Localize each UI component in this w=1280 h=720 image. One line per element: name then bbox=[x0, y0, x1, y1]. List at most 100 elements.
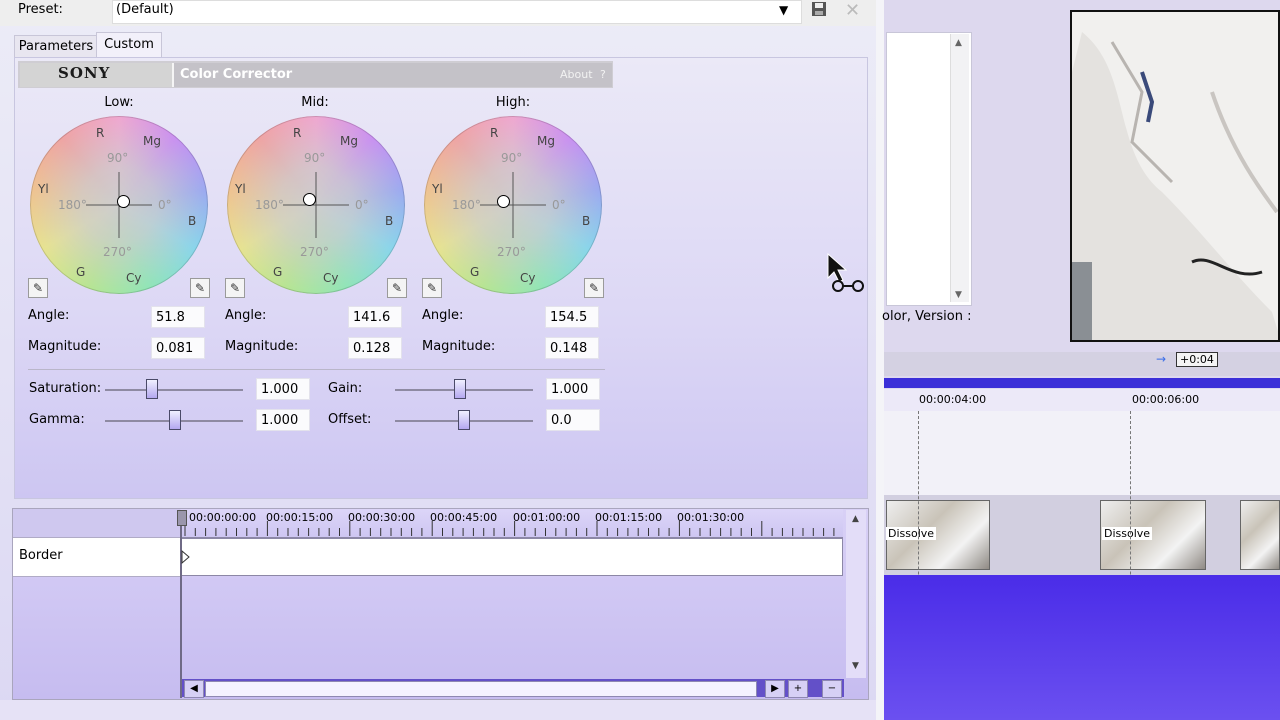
saturation-slider-track[interactable] bbox=[105, 389, 243, 391]
separator bbox=[28, 369, 605, 370]
timeline-header bbox=[884, 352, 1280, 376]
magnitude-label: Magnitude: bbox=[225, 339, 299, 354]
scroll-thumb[interactable] bbox=[205, 681, 757, 697]
dissolve-label[interactable]: Dissolve bbox=[886, 527, 937, 540]
cursor-handle[interactable] bbox=[177, 510, 187, 526]
saturation-field[interactable]: 1.000 bbox=[256, 378, 310, 400]
wheel-handle[interactable] bbox=[303, 193, 316, 206]
wheel-axis-label: Yl bbox=[432, 182, 443, 196]
magnitude-field[interactable]: 0.081 bbox=[151, 337, 205, 359]
wheel-axis-label: Cy bbox=[126, 271, 142, 285]
keyframe-cursor[interactable] bbox=[180, 510, 182, 698]
about-link[interactable]: About bbox=[560, 68, 593, 81]
saturation-label: Saturation: bbox=[29, 381, 102, 396]
wheel-axis-label: 0° bbox=[552, 198, 566, 212]
mid-color-wheel[interactable]: R Mg Yl B G Cy 90° 180° 0° 270° bbox=[227, 116, 405, 294]
help-icon[interactable]: ? bbox=[600, 68, 606, 81]
media-list-caption: olor, Version : bbox=[882, 309, 972, 324]
media-list-scrollbar[interactable] bbox=[950, 34, 969, 302]
wheel-axis-label: G bbox=[470, 265, 480, 279]
scroll-up-icon[interactable]: ▲ bbox=[852, 514, 859, 524]
angle-label: Angle: bbox=[28, 308, 70, 323]
plugin-title: Color Corrector bbox=[180, 67, 293, 82]
wheel-axis-label: 270° bbox=[300, 245, 329, 259]
wheel-axis-label: Yl bbox=[235, 182, 246, 196]
wheel-axis-label: Yl bbox=[38, 182, 49, 196]
magnitude-field[interactable]: 0.128 bbox=[348, 337, 402, 359]
magnitude-label: Magnitude: bbox=[28, 339, 102, 354]
ruler-tick-label: 00:01:15:00 bbox=[595, 511, 663, 524]
gamma-label: Gamma: bbox=[29, 412, 85, 427]
wheel-axis-label: 270° bbox=[497, 245, 526, 259]
gain-slider-thumb[interactable] bbox=[454, 379, 466, 399]
eyedropper-icon[interactable]: ✎ bbox=[225, 278, 245, 298]
eyedropper-icon[interactable]: ✎ bbox=[387, 278, 407, 298]
gain-label: Gain: bbox=[328, 381, 363, 396]
wheel-axis-label: B bbox=[385, 214, 394, 228]
wheel-handle[interactable] bbox=[117, 195, 130, 208]
wheel-axis-label: 270° bbox=[103, 245, 132, 259]
scroll-right-icon[interactable]: ▶ bbox=[765, 680, 785, 698]
delete-preset-icon[interactable]: ✕ bbox=[845, 0, 860, 21]
video-clip[interactable] bbox=[1240, 500, 1280, 570]
offset-slider-thumb[interactable] bbox=[458, 410, 470, 430]
wheel-axis-label: R bbox=[490, 126, 499, 140]
eyedropper-icon[interactable]: ✎ bbox=[28, 278, 48, 298]
keyframe-row-track[interactable] bbox=[181, 538, 843, 576]
angle-field[interactable]: 51.8 bbox=[151, 306, 205, 328]
timeline-loop-bar[interactable] bbox=[884, 378, 1280, 388]
wheel-axis-label: Mg bbox=[537, 134, 555, 148]
keyframe-marker-icon[interactable] bbox=[181, 550, 191, 564]
scroll-up-icon[interactable]: ▲ bbox=[955, 38, 962, 48]
tab-parameters[interactable]: Parameters bbox=[14, 35, 98, 58]
scroll-down-icon[interactable]: ▼ bbox=[955, 290, 962, 300]
save-preset-icon[interactable] bbox=[811, 1, 827, 17]
gamma-field[interactable]: 1.000 bbox=[256, 409, 310, 431]
tab-custom[interactable]: Custom bbox=[96, 32, 162, 59]
zoom-out-icon[interactable]: − bbox=[822, 680, 842, 698]
preset-dropdown[interactable] bbox=[112, 0, 802, 24]
eyedropper-icon[interactable]: ✎ bbox=[584, 278, 604, 298]
dropdown-arrow-icon[interactable]: ▼ bbox=[779, 3, 788, 17]
ruler-tick-label: 00:01:00:00 bbox=[513, 511, 581, 524]
eyedropper-icon[interactable]: ✎ bbox=[422, 278, 442, 298]
wheel-axis-label: Cy bbox=[323, 271, 339, 285]
wheel-axis-label: 180° bbox=[452, 198, 481, 212]
video-preview bbox=[1070, 10, 1280, 342]
saturation-slider-thumb[interactable] bbox=[146, 379, 158, 399]
keyframe-row-label: Border bbox=[19, 548, 63, 563]
timeline-tick-label: 00:00:04:00 bbox=[919, 393, 987, 406]
timeline-audio-area[interactable] bbox=[884, 575, 1280, 720]
wheel-axis-label: R bbox=[96, 126, 105, 140]
window-divider bbox=[876, 0, 884, 720]
scroll-left-icon[interactable]: ◀ bbox=[184, 680, 204, 698]
wheel-axis-label: B bbox=[188, 214, 197, 228]
ruler-tick-label: 00:00:00:00 bbox=[189, 511, 257, 524]
keyframe-vertical-scrollbar[interactable] bbox=[846, 510, 866, 678]
high-color-wheel[interactable]: R Mg Yl B G Cy 90° 180° 0° 270° bbox=[424, 116, 602, 294]
angle-field[interactable]: 141.6 bbox=[348, 306, 402, 328]
wheel-axis-label: G bbox=[273, 265, 283, 279]
dissolve-label[interactable]: Dissolve bbox=[1102, 527, 1153, 540]
magnitude-field[interactable]: 0.148 bbox=[545, 337, 599, 359]
mouse-cursor-icon bbox=[827, 252, 864, 292]
ruler-tick-label: 00:01:30:00 bbox=[677, 511, 745, 524]
keyframe-header bbox=[13, 509, 180, 538]
timeline-track[interactable] bbox=[884, 411, 1280, 497]
angle-field[interactable]: 154.5 bbox=[545, 306, 599, 328]
timeline-tick-label: 00:00:06:00 bbox=[1132, 393, 1200, 406]
eyedropper-icon[interactable]: ✎ bbox=[190, 278, 210, 298]
gamma-slider-thumb[interactable] bbox=[169, 410, 181, 430]
preset-label: Preset: bbox=[18, 2, 63, 17]
wheel-axis-label: 90° bbox=[107, 151, 129, 165]
wheel-axis-label: R bbox=[293, 126, 302, 140]
gain-field[interactable]: 1.000 bbox=[546, 378, 600, 400]
wheel-title: Mid: bbox=[301, 95, 329, 110]
wheel-handle[interactable] bbox=[497, 195, 510, 208]
offset-field[interactable]: 0.0 bbox=[546, 409, 600, 431]
wheel-axis-label: G bbox=[76, 265, 86, 279]
scroll-down-icon[interactable]: ▼ bbox=[852, 661, 859, 671]
zoom-in-icon[interactable]: + bbox=[788, 680, 808, 698]
ruler-tick-label: 00:00:15:00 bbox=[266, 511, 334, 524]
angle-label: Angle: bbox=[225, 308, 267, 323]
